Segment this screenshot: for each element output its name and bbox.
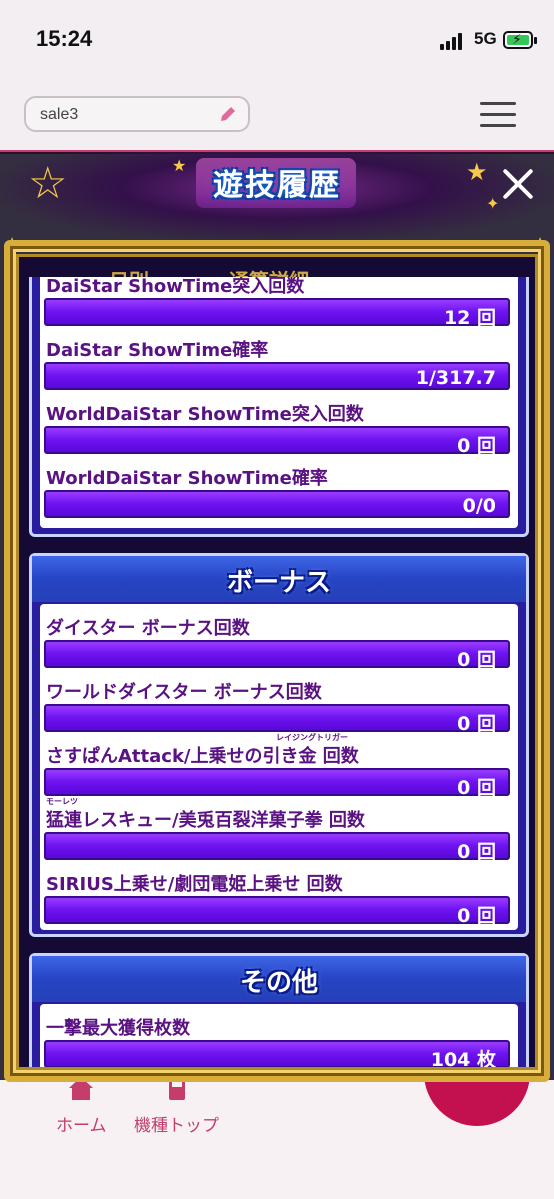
stat-label: WorldDaiStar ShowTime突入回数: [46, 404, 364, 425]
stat-row: 一撃最大獲得枚数 104 枚: [40, 1010, 518, 1070]
stat-row: DaiStar ShowTime確率 1/317.7: [40, 332, 518, 396]
section-bonus-body: ダイスター ボーナス回数 0 回 ワールドダイスター ボーナス回数 0 回 レイ…: [40, 604, 518, 930]
status-bar: 15:24 5G ⚡: [0, 0, 554, 80]
stat-label: DaiStar ShowTime突入回数: [46, 277, 305, 297]
section-other-body: 一撃最大獲得枚数 104 枚: [40, 1004, 518, 1070]
machine-search-input[interactable]: sale3: [24, 96, 250, 132]
stat-value: 1/317.7: [415, 367, 496, 389]
section-other: その他 一撃最大獲得枚数 104 枚: [29, 953, 529, 1070]
signal-icon: [440, 32, 466, 50]
history-scroll-area[interactable]: DaiStar ShowTime突入回数 12 回 DaiStar ShowTi…: [29, 277, 529, 1070]
stat-label: DaiStar ShowTime確率: [46, 340, 269, 361]
stat-label: ワールドダイスター ボーナス回数: [46, 682, 322, 703]
stat-bar: 0 回: [44, 832, 510, 863]
stat-label: さすぱんAttack/上乗せの引き金 回数: [46, 746, 359, 767]
stat-bar: 1/317.7: [44, 362, 510, 390]
stat-value: 0 回: [457, 713, 496, 735]
stat-label: ダイスター ボーナス回数: [46, 618, 250, 639]
stat-value: 0 回: [457, 777, 496, 799]
modal-content[interactable]: 日別 通算詳細 DaiStar ShowTime突入回数 12 回 DaiSta…: [16, 254, 538, 1070]
nav-machine-top[interactable]: 機種トップ: [134, 1074, 219, 1136]
stat-row: ワールドダイスター ボーナス回数 0 回: [40, 674, 518, 738]
section-showtime: DaiStar ShowTime突入回数 12 回 DaiStar ShowTi…: [29, 277, 529, 537]
stat-value: 0/0: [462, 495, 496, 517]
star-icon: ☆: [28, 158, 68, 209]
stat-value: 0 回: [457, 841, 496, 863]
star-icon: ✦: [486, 194, 500, 213]
nav-machine-top-label: 機種トップ: [134, 1116, 219, 1136]
section-showtime-body: DaiStar ShowTime突入回数 12 回 DaiStar ShowTi…: [40, 277, 518, 528]
star-icon: ★: [466, 158, 488, 186]
stat-bar: 0 回: [44, 640, 510, 671]
section-bonus-title: ボーナス: [226, 568, 331, 598]
section-other-title: その他: [239, 968, 318, 998]
stat-row: WorldDaiStar ShowTime確率 0/0: [40, 460, 518, 524]
close-button[interactable]: [500, 166, 536, 202]
menu-icon[interactable]: [480, 102, 516, 128]
stat-bar: 12 回: [44, 298, 510, 329]
stat-label: WorldDaiStar ShowTime確率: [46, 468, 328, 489]
stat-row: モーレツ 猛連レスキュー/美兎百裂洋菓子拳 回数 0 回: [40, 797, 518, 866]
stat-label: 猛連レスキュー/美兎百裂洋菓子拳 回数: [46, 810, 365, 831]
section-bonus-header: ボーナス: [32, 556, 526, 602]
stat-value: 104 枚: [430, 1049, 496, 1070]
stat-value: 0 回: [457, 649, 496, 671]
section-other-header: その他: [32, 956, 526, 1002]
stat-value: 0 回: [457, 435, 496, 457]
nav-home[interactable]: ホーム: [56, 1074, 107, 1136]
stat-label: SIRIUS上乗せ/劇団電姫上乗せ 回数: [46, 874, 343, 895]
stat-label: 一撃最大獲得枚数: [46, 1018, 190, 1039]
stat-bar: 0/0: [44, 490, 510, 518]
modal-title: 遊技履歴: [213, 168, 341, 203]
stat-bar: 0 回: [44, 768, 510, 799]
pencil-icon[interactable]: [218, 104, 238, 124]
app-header: sale3: [0, 80, 554, 152]
stat-row: レイジングトリガー さすぱんAttack/上乗せの引き金 回数 0 回: [40, 733, 518, 802]
status-time: 15:24: [36, 26, 93, 51]
stat-value: 12 回: [443, 307, 496, 329]
nav-home-label: ホーム: [56, 1116, 107, 1136]
search-value: sale3: [40, 106, 79, 123]
star-icon: ★: [172, 156, 187, 175]
section-bonus: ボーナス ダイスター ボーナス回数 0 回 ワールドダイスター ボーナス回数 0…: [29, 553, 529, 937]
stat-bar: 104 枚: [44, 1040, 510, 1070]
stat-bar: 0 回: [44, 896, 510, 927]
stat-row: WorldDaiStar ShowTime突入回数 0 回: [40, 396, 518, 460]
stat-value: 0 回: [457, 905, 496, 927]
stat-row: ダイスター ボーナス回数 0 回: [40, 610, 518, 674]
network-label: 5G: [474, 29, 497, 48]
stat-bar: 0 回: [44, 426, 510, 457]
battery-icon: ⚡: [503, 31, 537, 49]
stat-bar: 0 回: [44, 704, 510, 735]
stat-row: SIRIUS上乗せ/劇団電姫上乗せ 回数 0 回: [40, 866, 518, 930]
stat-row: DaiStar ShowTime突入回数 12 回: [40, 277, 518, 332]
